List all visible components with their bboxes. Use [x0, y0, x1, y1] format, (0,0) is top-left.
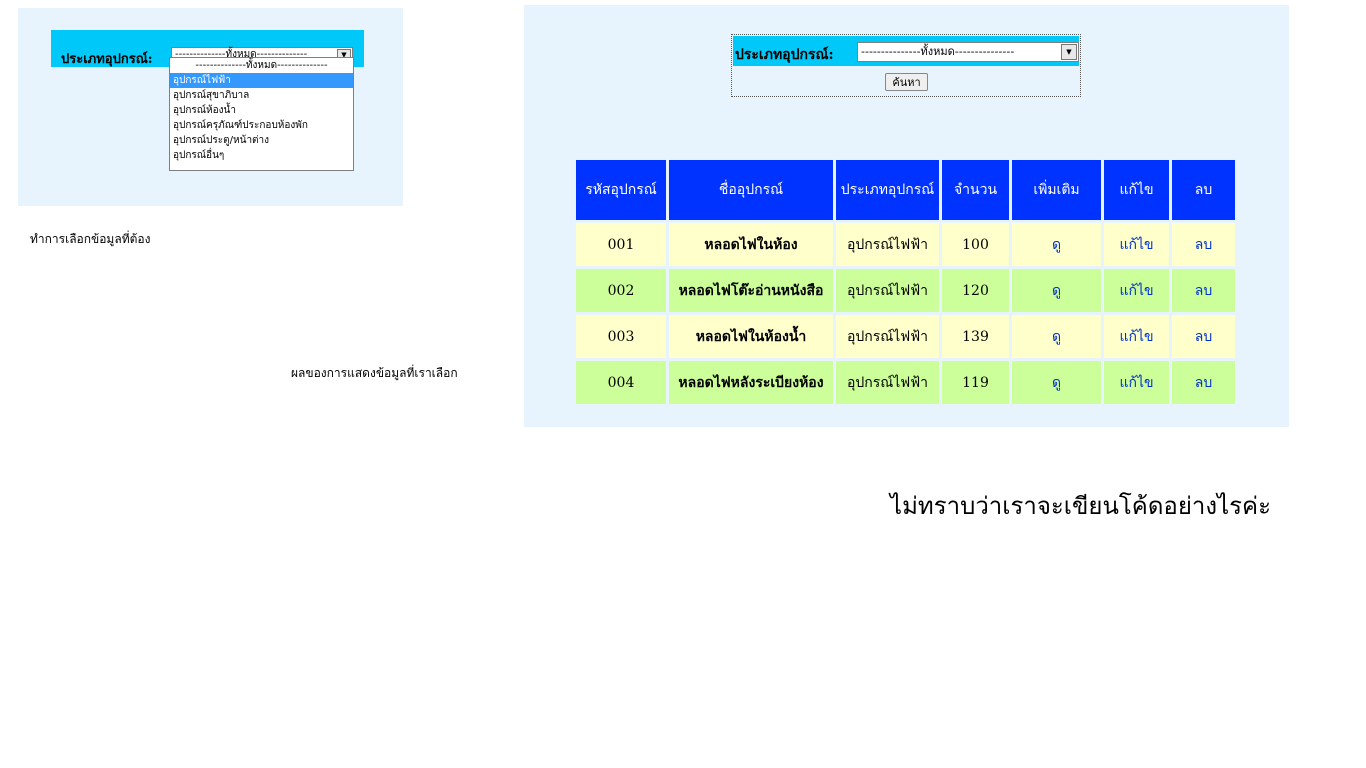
cell-code: 001 [576, 223, 666, 266]
right-filter-label: ประเภทอุปกรณ์: [735, 47, 834, 63]
dropdown-option-electrical[interactable]: อุปกรณ์ไฟฟ้า [170, 73, 353, 88]
delete-link[interactable]: ลบ [1172, 223, 1235, 266]
table-row: 002 หลอดไฟโต๊ะอ่านหนังสือ อุปกรณ์ไฟฟ้า 1… [576, 269, 1235, 312]
table-row: 001 หลอดไฟในห้อง อุปกรณ์ไฟฟ้า 100 ดู แก้… [576, 223, 1235, 266]
table-row: 003 หลอดไฟในห้องน้ำ อุปกรณ์ไฟฟ้า 139 ดู … [576, 315, 1235, 358]
cell-name: หลอดไฟหลังระเบียงห้อง [669, 361, 833, 404]
dropdown-option-bathroom[interactable]: อุปกรณ์ห้องน้ำ [170, 103, 353, 118]
chevron-down-icon[interactable]: ▼ [1061, 44, 1077, 60]
cell-type: อุปกรณ์ไฟฟ้า [836, 223, 939, 266]
header-type: ประเภทอุปกรณ์ [836, 160, 939, 220]
question-text: ไม่ทราบว่าเราจะเขียนโค้ดอย่างไรค่ะ [890, 492, 1271, 520]
view-link[interactable]: ดู [1012, 269, 1101, 312]
table-header-row: รหัสอุปกรณ์ ชื่ออุปกรณ์ ประเภทอุปกรณ์ จำ… [576, 160, 1235, 220]
cell-type: อุปกรณ์ไฟฟ้า [836, 269, 939, 312]
view-link[interactable]: ดู [1012, 361, 1101, 404]
equipment-table: รหัสอุปกรณ์ ชื่ออุปกรณ์ ประเภทอุปกรณ์ จำ… [573, 157, 1238, 407]
right-select-value: ---------------ทั้งหมด--------------- [861, 45, 1015, 58]
dropdown-option-sanitary[interactable]: อุปกรณ์สุขาภิบาล [170, 88, 353, 103]
caption-result: ผลของการแสดงข้อมูลที่เราเลือก [291, 366, 458, 380]
dropdown-option-all[interactable]: --------------ทั้งหมด-------------- [170, 58, 353, 73]
cell-name: หลอดไฟในห้องน้ำ [669, 315, 833, 358]
delete-link[interactable]: ลบ [1172, 315, 1235, 358]
view-link[interactable]: ดู [1012, 315, 1101, 358]
table-row: 004 หลอดไฟหลังระเบียงห้อง อุปกรณ์ไฟฟ้า 1… [576, 361, 1235, 404]
cell-code: 004 [576, 361, 666, 404]
cell-code: 002 [576, 269, 666, 312]
left-filter-label: ประเภทอุปกรณ์: [61, 52, 153, 67]
header-delete: ลบ [1172, 160, 1235, 220]
right-filter-bar: ประเภทอุปกรณ์: ---------------ทั้งหมด---… [733, 36, 1079, 66]
header-edit: แก้ไข [1104, 160, 1169, 220]
cell-code: 003 [576, 315, 666, 358]
dropdown-option-furniture[interactable]: อุปกรณ์ครุภัณฑ์ประกอบห้องพัก [170, 118, 353, 133]
header-more: เพิ่มเติม [1012, 160, 1101, 220]
edit-link[interactable]: แก้ไข [1104, 269, 1169, 312]
view-link[interactable]: ดู [1012, 223, 1101, 266]
search-button[interactable]: ค้นหา [885, 73, 928, 91]
header-code: รหัสอุปกรณ์ [576, 160, 666, 220]
edit-link[interactable]: แก้ไข [1104, 361, 1169, 404]
header-qty: จำนวน [942, 160, 1009, 220]
edit-link[interactable]: แก้ไข [1104, 315, 1169, 358]
cell-name: หลอดไฟโต๊ะอ่านหนังสือ [669, 269, 833, 312]
cell-qty: 119 [942, 361, 1009, 404]
cell-qty: 120 [942, 269, 1009, 312]
caption-select-data: ทำการเลือกข้อมูลที่ต้อง [30, 232, 151, 246]
cell-type: อุปกรณ์ไฟฟ้า [836, 361, 939, 404]
search-form: ประเภทอุปกรณ์: ---------------ทั้งหมด---… [731, 34, 1081, 97]
header-name: ชื่ออุปกรณ์ [669, 160, 833, 220]
delete-link[interactable]: ลบ [1172, 269, 1235, 312]
cell-qty: 139 [942, 315, 1009, 358]
delete-link[interactable]: ลบ [1172, 361, 1235, 404]
dropdown-option-other[interactable]: อุปกรณ์อื่นๆ [170, 148, 353, 163]
dropdown-option-door-window[interactable]: อุปกรณ์ประตู/หน้าต่าง [170, 133, 353, 148]
edit-link[interactable]: แก้ไข [1104, 223, 1169, 266]
left-dropdown-list[interactable]: --------------ทั้งหมด-------------- อุปก… [169, 57, 354, 171]
right-panel: ประเภทอุปกรณ์: ---------------ทั้งหมด---… [524, 5, 1289, 427]
cell-type: อุปกรณ์ไฟฟ้า [836, 315, 939, 358]
cell-name: หลอดไฟในห้อง [669, 223, 833, 266]
right-type-select[interactable]: ---------------ทั้งหมด--------------- ▼ [857, 42, 1079, 62]
cell-qty: 100 [942, 223, 1009, 266]
